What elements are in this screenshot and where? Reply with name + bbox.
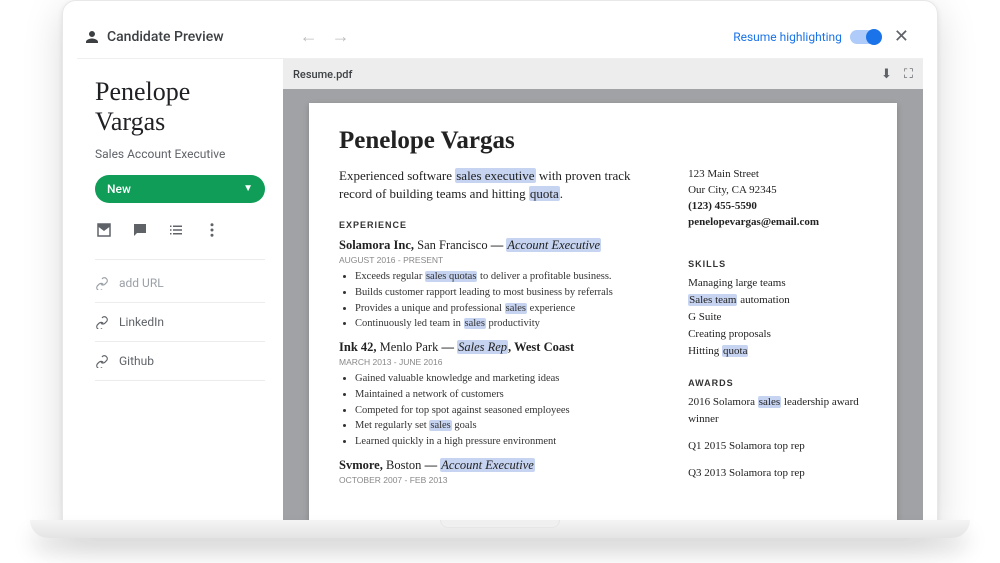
highlight-toggle[interactable]: [850, 30, 880, 44]
resume-contact: 123 Main Street Our City, CA 92345 (123)…: [688, 167, 867, 231]
email-icon[interactable]: [95, 221, 113, 243]
contact-city: Our City, CA 92345: [688, 183, 867, 199]
list-item: Creating proposals: [688, 326, 867, 343]
top-bar: Candidate Preview ← → Resume highlightin…: [77, 15, 923, 59]
comment-icon[interactable]: [131, 221, 149, 243]
link-icon: [95, 276, 109, 290]
linkedin-label: LinkedIn: [119, 315, 164, 329]
section-awards: AWARDS: [688, 378, 867, 388]
sidebar: Penelope Vargas Sales Account Executive …: [77, 59, 283, 526]
job-heading: Ink 42, Menlo Park — Sales Rep, West Coa…: [339, 340, 652, 355]
link-icon: [95, 354, 109, 368]
resume-summary: Experienced software sales executive wit…: [339, 167, 652, 202]
candidate-name: Penelope Vargas: [95, 77, 265, 137]
list-item: Managing large teams: [688, 275, 867, 292]
page-title: Candidate Preview: [107, 29, 224, 45]
add-url-label: add URL: [119, 276, 164, 290]
job-dates: AUGUST 2016 - PRESENT: [339, 255, 652, 265]
job-bullets: Exceeds regular sales quotas to deliver …: [339, 269, 652, 332]
list-icon[interactable]: [167, 221, 185, 243]
resume-name: Penelope Vargas: [339, 127, 867, 155]
job-heading: Svmore, Boston — Account Executive: [339, 458, 652, 473]
fullscreen-icon[interactable]: ⛶: [904, 67, 913, 82]
github-label: Github: [119, 354, 154, 368]
nav-back-icon[interactable]: ←: [300, 26, 318, 47]
resume-viewer: Resume.pdf ⬇ ⛶ Penelope Vargas Experienc…: [283, 59, 923, 526]
person-icon: [83, 28, 101, 46]
viewer-toolbar: Resume.pdf ⬇ ⛶: [283, 59, 923, 89]
job-dates: MARCH 2013 - JUNE 2016: [339, 357, 652, 367]
highlight-label: Resume highlighting: [733, 30, 842, 44]
awards-list: 2016 Solamora sales leadership award win…: [688, 394, 867, 482]
candidate-title: Sales Account Executive: [95, 147, 265, 161]
list-item: Q1 2015 Solamora top rep: [688, 438, 867, 455]
link-icon: [95, 315, 109, 329]
more-icon[interactable]: [203, 221, 221, 243]
nav-forward-icon[interactable]: →: [332, 26, 350, 47]
list-item: 2016 Solamora sales leadership award win…: [688, 394, 867, 428]
job-dates: OCTOBER 2007 - FEB 2013: [339, 475, 652, 485]
list-item: Q3 2013 Solamora top rep: [688, 465, 867, 482]
contact-phone: (123) 455-5590: [688, 199, 867, 215]
list-item: G Suite: [688, 309, 867, 326]
contact-email: penelopevargas@email.com: [688, 215, 867, 231]
list-item: Sales team automation: [688, 292, 867, 309]
add-url-row[interactable]: add URL: [95, 270, 265, 296]
job-heading: Solamora Inc, San Francisco — Account Ex…: [339, 238, 652, 253]
contact-street: 123 Main Street: [688, 167, 867, 183]
close-icon[interactable]: ✕: [890, 22, 913, 51]
status-pill[interactable]: New ▼: [95, 175, 265, 203]
chevron-down-icon: ▼: [243, 183, 253, 194]
skills-list: Managing large teamsSales team automatio…: [688, 275, 867, 360]
linkedin-row[interactable]: LinkedIn: [95, 309, 265, 335]
status-label: New: [107, 182, 131, 196]
section-experience: EXPERIENCE: [339, 220, 652, 230]
download-icon[interactable]: ⬇: [881, 67, 892, 82]
job-bullets: Gained valuable knowledge and marketing …: [339, 371, 652, 450]
section-skills: SKILLS: [688, 259, 867, 269]
github-row[interactable]: Github: [95, 348, 265, 374]
resume-page: Penelope Vargas Experienced software sal…: [309, 103, 897, 526]
list-item: Hitting quota: [688, 343, 867, 360]
filename: Resume.pdf: [293, 68, 352, 81]
